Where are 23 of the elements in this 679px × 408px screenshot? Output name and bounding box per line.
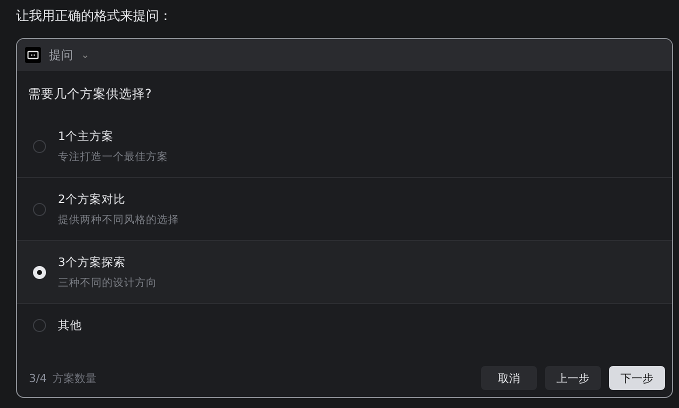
intro-text: 让我用正确的格式来提问： bbox=[16, 8, 173, 26]
collapse-toggle[interactable]: ⌄ bbox=[81, 50, 90, 60]
question-text: 需要几个方案供选择? bbox=[27, 85, 153, 103]
option-description: 专注打造一个最佳方案 bbox=[58, 150, 168, 164]
option-label: 1个主方案 bbox=[58, 128, 114, 144]
action-button[interactable]: 上一步 bbox=[545, 366, 601, 390]
option-description: 三种不同的设计方向 bbox=[58, 276, 157, 290]
option-label: 其他 bbox=[58, 318, 82, 332]
radio-button[interactable] bbox=[33, 318, 46, 332]
radio-button[interactable] bbox=[33, 202, 46, 216]
option-label: 2个方案对比 bbox=[58, 192, 126, 206]
step-label: 方案数量 bbox=[52, 370, 97, 386]
chat-icon bbox=[25, 47, 41, 63]
action-button[interactable]: 取消 bbox=[481, 366, 537, 390]
radio-button[interactable] bbox=[33, 140, 46, 152]
option-description: 提供两种不同风格的选择 bbox=[58, 212, 179, 226]
step-counter: 3/4 bbox=[29, 372, 47, 384]
option-row[interactable]: 3个方案探索 三种不同的设计方向 bbox=[17, 241, 672, 304]
option-row[interactable]: 其他 bbox=[17, 304, 672, 346]
option-label: 3个方案探索 bbox=[58, 254, 126, 270]
action-button[interactable]: 下一步 bbox=[609, 366, 665, 390]
card-title: 提问 bbox=[49, 46, 73, 64]
option-row[interactable]: 1个主方案 专注打造一个最佳方案 bbox=[17, 115, 672, 178]
